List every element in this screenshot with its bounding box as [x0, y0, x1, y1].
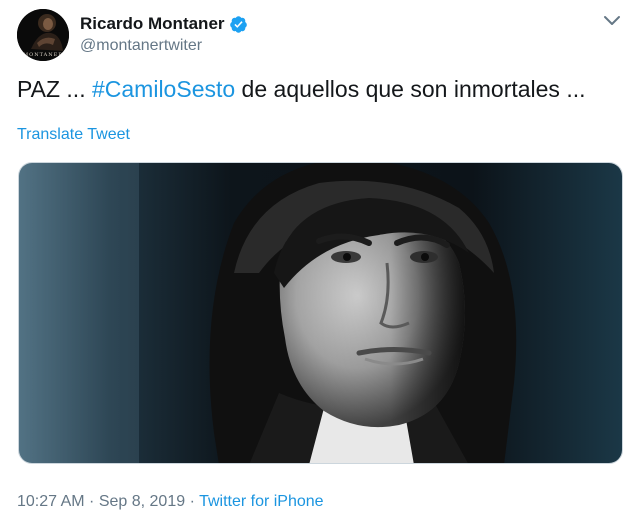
tweet-text-after: de aquellos que son inmortales ...: [235, 76, 586, 102]
meta-separator: ·: [84, 493, 99, 510]
tweet-card: MONTANER Ricardo Montaner @montanertwite…: [0, 0, 640, 526]
meta-separator: ·: [185, 493, 200, 510]
chevron-down-icon[interactable]: [603, 14, 621, 26]
author-avatar[interactable]: MONTANER: [17, 9, 69, 61]
tweet-date[interactable]: Sep 8, 2019: [99, 493, 185, 510]
tweet-source-link[interactable]: Twitter for iPhone: [199, 493, 324, 510]
translate-tweet-link[interactable]: Translate Tweet: [17, 126, 130, 144]
tweet-text: PAZ ... #CamiloSesto de aquellos que son…: [17, 74, 627, 104]
tweet-photo[interactable]: [18, 162, 623, 464]
hashtag-link[interactable]: #CamiloSesto: [92, 76, 235, 102]
verified-badge-icon: [229, 15, 248, 34]
author-name-row[interactable]: Ricardo Montaner: [80, 13, 248, 35]
avatar-logo-text: MONTANER: [23, 52, 63, 58]
tweet-text-before: PAZ ...: [17, 76, 92, 102]
tweet-meta: 10:27 AM · Sep 8, 2019 · Twitter for iPh…: [17, 493, 324, 511]
author-display-name[interactable]: Ricardo Montaner: [80, 14, 225, 34]
author-handle[interactable]: @montanertwiter: [80, 37, 202, 55]
tweet-time[interactable]: 10:27 AM: [17, 493, 85, 510]
